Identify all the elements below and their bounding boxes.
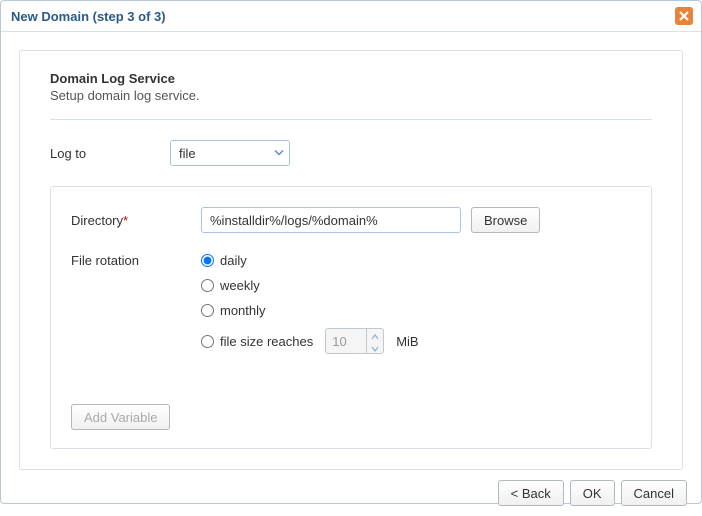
dialog-title: New Domain (step 3 of 3)	[11, 9, 166, 24]
rotation-option-monthly[interactable]: monthly	[201, 303, 419, 318]
divider	[50, 119, 652, 120]
directory-label: Directory*	[71, 213, 201, 228]
addvar-row: Add Variable	[71, 404, 631, 430]
rotation-radio-filesize[interactable]	[201, 335, 214, 348]
cancel-button[interactable]: Cancel	[621, 480, 687, 506]
rotation-radio-monthly[interactable]	[201, 304, 214, 317]
browse-button[interactable]: Browse	[471, 207, 540, 233]
dialog-header: New Domain (step 3 of 3)	[1, 1, 701, 32]
rotation-option-weekly[interactable]: weekly	[201, 278, 419, 293]
required-star: *	[123, 213, 128, 228]
content-panel: Domain Log Service Setup domain log serv…	[19, 50, 683, 470]
dialog-body: Domain Log Service Setup domain log serv…	[1, 32, 701, 470]
section-subtitle: Setup domain log service.	[50, 88, 652, 103]
file-settings-fieldset: Directory* Browse File rotation daily	[50, 186, 652, 449]
directory-row: Directory* Browse	[71, 207, 631, 233]
section-title: Domain Log Service	[50, 71, 652, 86]
logto-row: Log to	[50, 140, 652, 166]
filesize-spinner[interactable]	[325, 328, 384, 354]
logto-label: Log to	[50, 146, 170, 161]
chevron-down-icon	[371, 340, 379, 355]
logto-select[interactable]	[170, 140, 290, 166]
logto-input[interactable]	[170, 140, 290, 166]
rotation-radio-daily[interactable]	[201, 254, 214, 267]
rotation-option-filesize[interactable]: file size reaches	[201, 328, 419, 354]
add-variable-button[interactable]: Add Variable	[71, 404, 170, 430]
close-button[interactable]	[675, 7, 693, 25]
close-icon	[679, 9, 689, 24]
filesize-input[interactable]	[326, 329, 366, 353]
back-button[interactable]: < Back	[498, 480, 564, 506]
rotation-label: File rotation	[71, 253, 201, 268]
ok-button[interactable]: OK	[570, 480, 615, 506]
rotation-options: daily weekly monthly file size reac	[201, 253, 419, 354]
rotation-radio-weekly[interactable]	[201, 279, 214, 292]
dialog-window: New Domain (step 3 of 3) Domain Log Serv…	[0, 0, 702, 504]
spinner-buttons	[366, 329, 383, 353]
directory-input[interactable]	[201, 207, 461, 233]
dialog-footer: < Back OK Cancel	[1, 470, 701, 516]
spinner-down-button[interactable]	[367, 341, 383, 353]
rotation-option-daily[interactable]: daily	[201, 253, 419, 268]
rotation-row: File rotation daily weekly monthly	[71, 253, 631, 354]
section-header: Domain Log Service Setup domain log serv…	[50, 71, 652, 103]
